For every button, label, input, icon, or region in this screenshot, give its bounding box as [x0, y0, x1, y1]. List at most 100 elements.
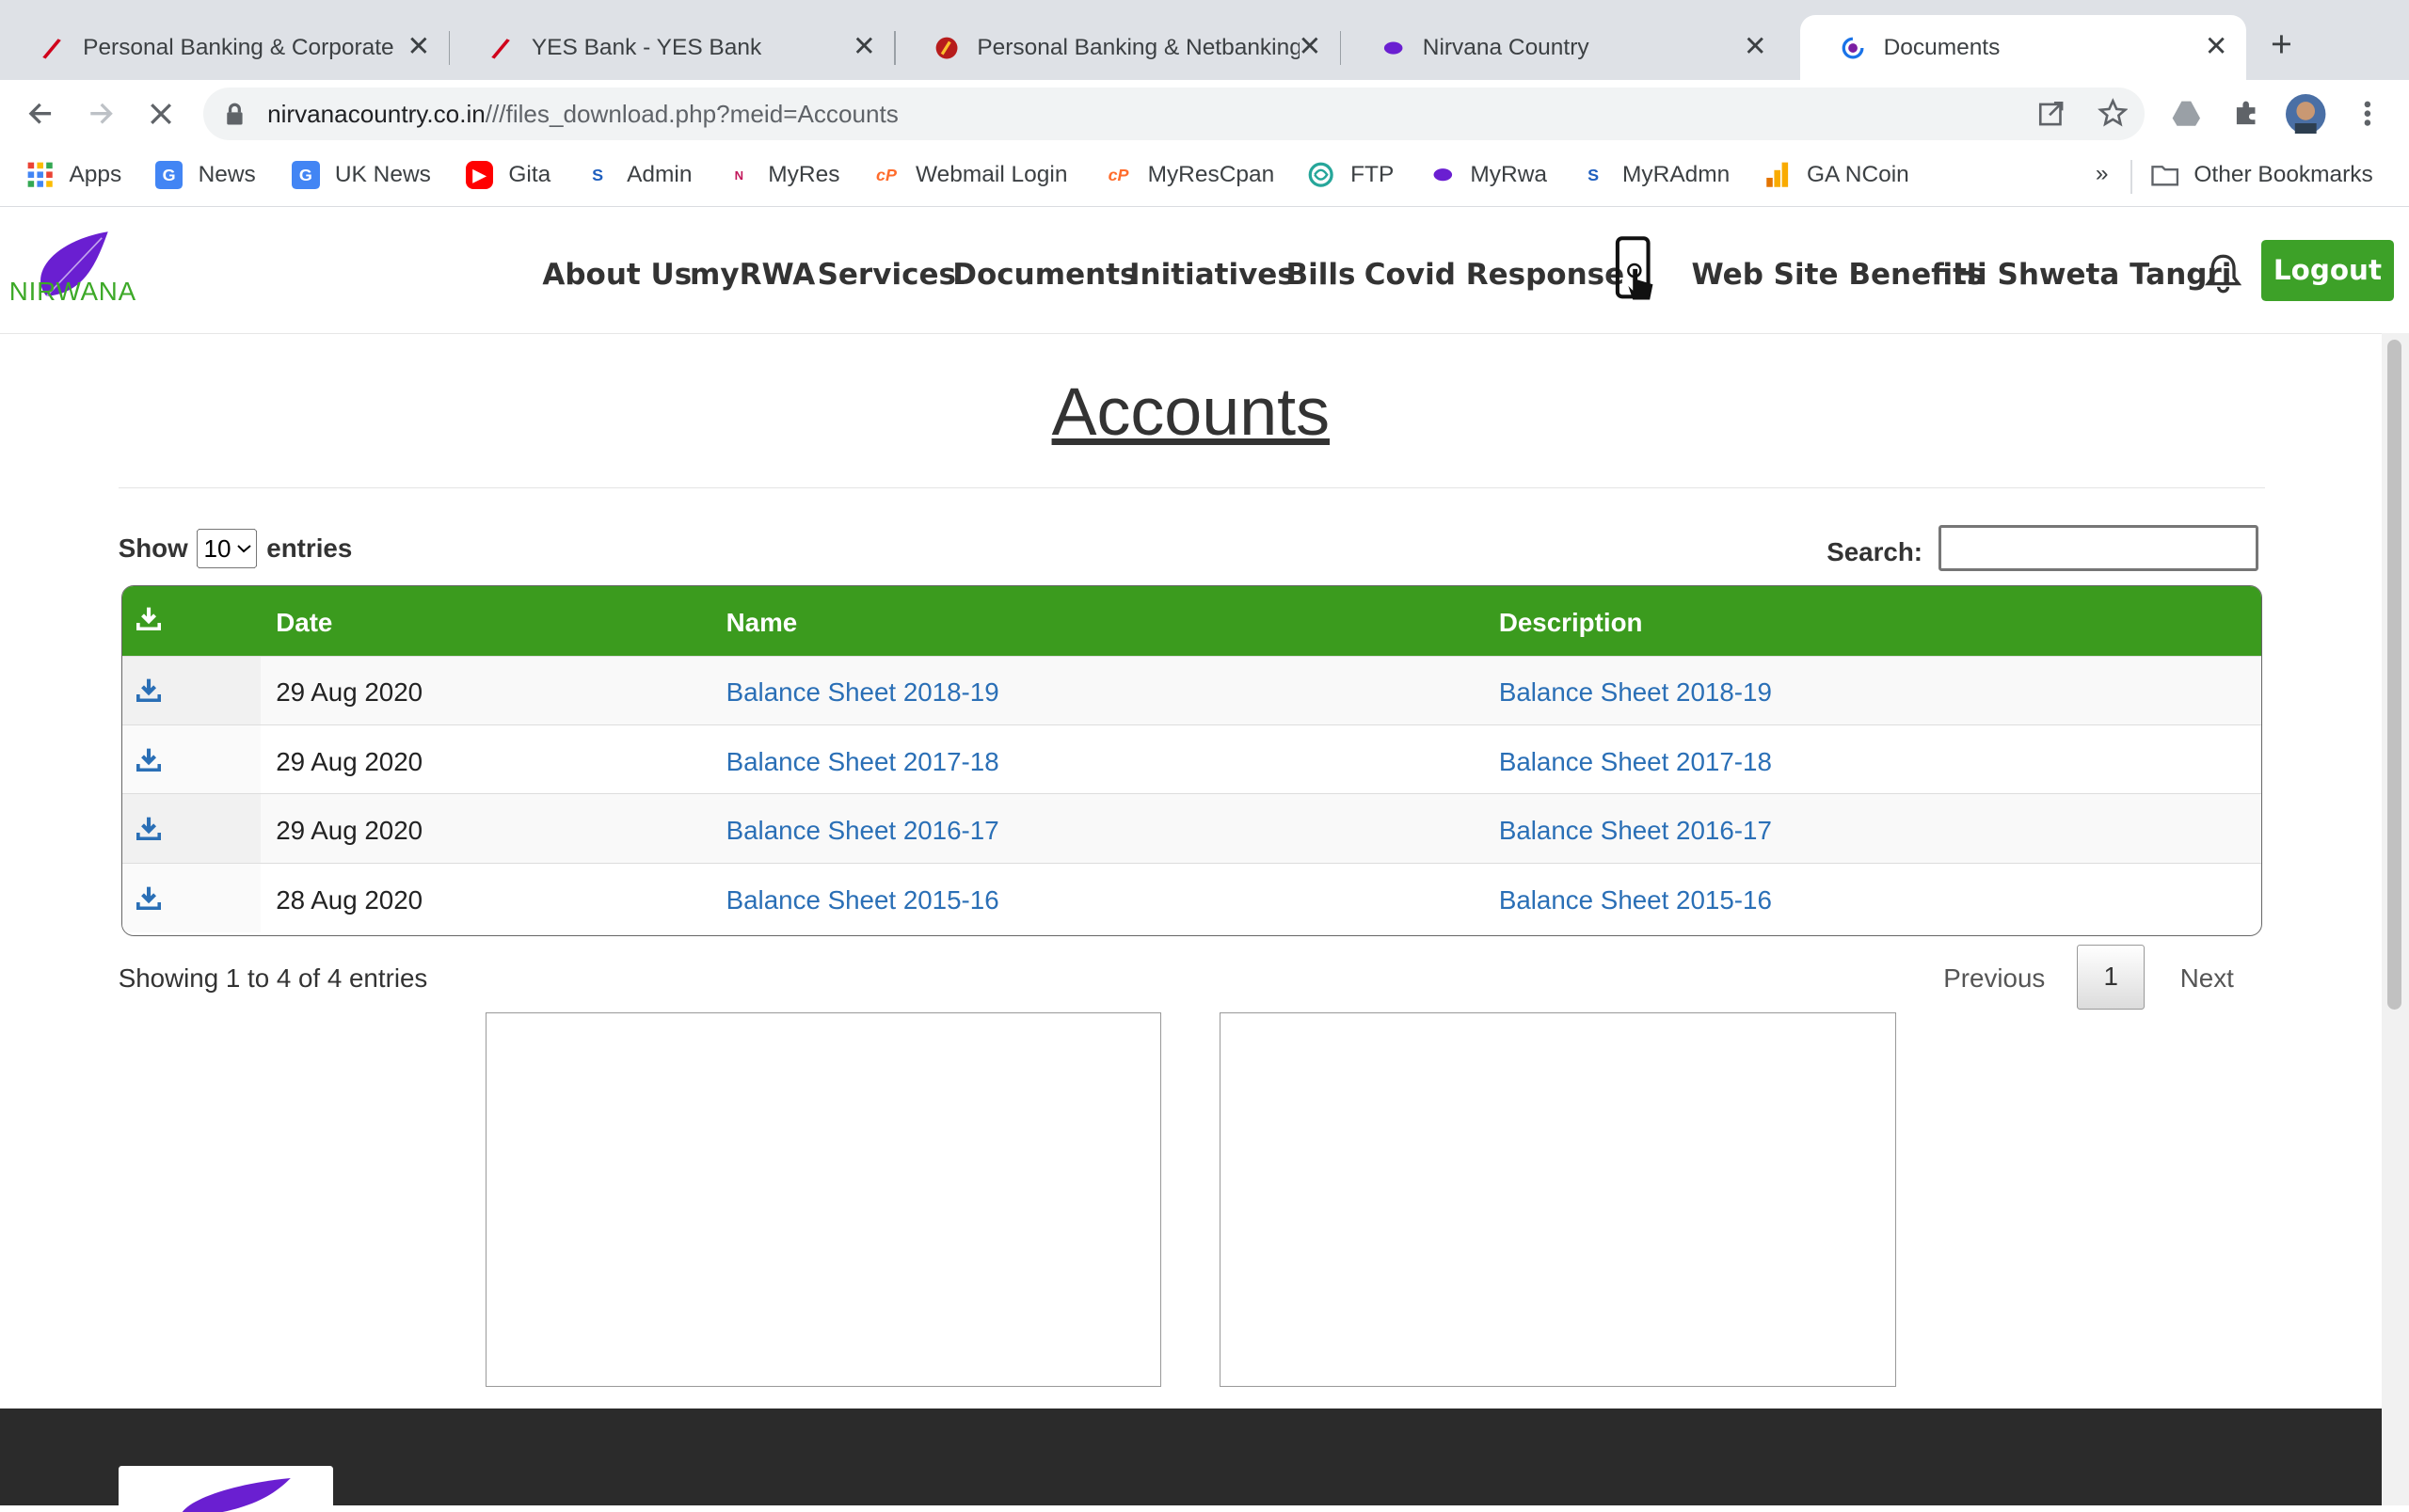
download-icon[interactable]	[136, 816, 162, 841]
bookmark-label: Other Bookmarks	[2194, 162, 2373, 188]
forward-icon[interactable]	[80, 92, 123, 135]
search-label: Search:	[1827, 537, 1923, 567]
profile-avatar[interactable]	[2285, 92, 2328, 135]
myres-logo-icon: N	[734, 167, 744, 183]
tab-personal-banking-corporate[interactable]: Personal Banking & Corporate ✕	[0, 15, 451, 80]
nirvana-logo[interactable]: NIRWANA	[7, 229, 136, 311]
tab-favicon-icon	[488, 36, 513, 60]
tab-close-icon[interactable]: ✕	[407, 31, 431, 63]
tab-close-icon[interactable]: ✕	[853, 31, 876, 63]
table-row: 29 Aug 2020 Balance Sheet 2018-19 Balanc…	[121, 655, 2261, 725]
lock-icon[interactable]	[224, 102, 246, 133]
download-icon[interactable]	[136, 677, 162, 703]
bookmark-label: News	[198, 162, 256, 188]
row-description-link[interactable]: Balance Sheet 2017-18	[1499, 747, 1772, 777]
address-bar[interactable]: nirvanacountry.co.in///files_download.ph…	[202, 88, 2146, 140]
row-description-link[interactable]: Balance Sheet 2015-16	[1499, 885, 1772, 915]
notification-bell-icon[interactable]	[2204, 253, 2242, 299]
embedded-frame-left	[485, 1011, 1162, 1388]
bookmark-apps[interactable]: Apps	[26, 161, 121, 188]
extensions-puzzle-icon[interactable]	[2225, 92, 2268, 135]
tab-close-icon[interactable]: ✕	[2205, 31, 2228, 63]
footer-logo[interactable]	[118, 1465, 334, 1512]
bookmark-news[interactable]: G News	[154, 161, 256, 189]
row-name-link[interactable]: Balance Sheet 2015-16	[726, 885, 999, 915]
analytics-icon	[1763, 161, 1791, 188]
bookmark-admin[interactable]: S Admin	[583, 161, 692, 188]
bookmark-uk-news[interactable]: G UK News	[292, 161, 431, 189]
google-drive-icon[interactable]	[2164, 92, 2208, 135]
mobile-app-icon[interactable]	[1613, 235, 1659, 315]
row-name-link[interactable]: Balance Sheet 2017-18	[726, 747, 999, 777]
bookmark-ftp[interactable]: FTP	[1307, 161, 1394, 188]
bookmark-myres[interactable]: N MyRes	[726, 161, 840, 188]
tab-nirvana-country[interactable]: Nirvana Country ✕	[1340, 15, 1785, 80]
bookmark-label: Admin	[627, 162, 693, 188]
show-label: Show	[118, 533, 188, 563]
stop-loading-icon[interactable]	[140, 92, 183, 135]
bookmark-webmail-login[interactable]: cP Webmail Login	[872, 161, 1067, 188]
site-header: NIRWANA About Us myRWA Services Document…	[0, 207, 2409, 335]
tab-personal-banking-netbanking[interactable]: Personal Banking & Netbanking ✕	[894, 15, 1342, 80]
tab-favicon-icon	[1380, 36, 1404, 60]
documents-table: Date Name Description 29 Aug 2020 Balanc…	[120, 585, 2262, 936]
row-description-link[interactable]: Balance Sheet 2018-19	[1499, 677, 1772, 708]
nav-bills[interactable]: Bills	[1286, 258, 1356, 292]
next-page-button[interactable]: Next	[2180, 963, 2234, 994]
table-header: Date Name Description	[121, 586, 2261, 656]
entries-label: entries	[266, 533, 353, 563]
nav-about-us[interactable]: About Us	[542, 258, 692, 292]
search-input[interactable]	[1938, 525, 2258, 572]
bookmark-label: MyResCpan	[1147, 162, 1275, 188]
row-date: 29 Aug 2020	[276, 816, 423, 846]
tab-strip: Personal Banking & Corporate ✕ YES Bank …	[0, 0, 2409, 80]
tab-close-icon[interactable]: ✕	[1744, 31, 1767, 63]
logout-button[interactable]: Logout	[2261, 239, 2394, 301]
row-name-link[interactable]: Balance Sheet 2018-19	[726, 677, 999, 708]
bookmark-gita[interactable]: ▶ Gita	[465, 161, 550, 189]
page-1-button[interactable]: 1	[2077, 945, 2146, 1010]
other-bookmarks[interactable]: Other Bookmarks	[2150, 161, 2373, 188]
nav-myrwa[interactable]: myRWA	[690, 258, 815, 292]
column-header-date[interactable]: Date	[276, 608, 332, 638]
row-description-link[interactable]: Balance Sheet 2016-17	[1499, 816, 1772, 846]
url-path: ///files_download.php?meid=Accounts	[485, 100, 899, 129]
open-in-app-icon[interactable]	[2037, 100, 2065, 134]
tab-yes-bank[interactable]: YES Bank - YES Bank ✕	[449, 15, 896, 80]
download-icon[interactable]	[136, 885, 162, 911]
page-scrollbar[interactable]	[2381, 333, 2409, 1505]
bookmarks-overflow-icon[interactable]: »	[2096, 161, 2109, 187]
previous-page-button[interactable]: Previous	[1943, 963, 2045, 994]
url-text: nirvanacountry.co.in///files_download.ph…	[267, 100, 899, 129]
bookmark-myrescpan[interactable]: cP MyResCpan	[1105, 161, 1275, 188]
bookmark-myradmn[interactable]: S MyRAdmn	[1579, 161, 1730, 188]
table-info: Showing 1 to 4 of 4 entries	[118, 963, 428, 993]
url-host: nirvanacountry.co.in	[267, 100, 486, 129]
folder-icon	[2150, 161, 2178, 188]
page-title: Accounts	[1051, 374, 1331, 450]
bookmarks-bar: Apps G News G UK News ▶ Gita S Admin N MyRes …	[0, 147, 2409, 207]
row-date: 28 Aug 2020	[276, 884, 423, 915]
table-row: 29 Aug 2020 Balance Sheet 2016-17 Balanc…	[121, 793, 2261, 864]
nav-web-site-benefits[interactable]: Web Site Benefits	[1692, 258, 1985, 292]
new-tab-button[interactable]: +	[2271, 24, 2292, 66]
nav-documents[interactable]: Documents	[952, 258, 1137, 292]
column-header-description[interactable]: Description	[1499, 608, 1643, 638]
nav-covid-response[interactable]: Covid Response	[1364, 258, 1624, 292]
tab-close-icon[interactable]: ✕	[1298, 31, 1321, 63]
entries-select[interactable]: 10	[197, 528, 258, 569]
bookmark-myrwa[interactable]: MyRwa	[1428, 161, 1547, 188]
download-icon[interactable]	[136, 747, 162, 772]
user-greeting[interactable]: Hi Shweta Tangri	[1953, 258, 2231, 292]
row-name-link[interactable]: Balance Sheet 2016-17	[726, 816, 999, 846]
bookmark-star-icon[interactable]	[2097, 98, 2129, 135]
column-header-name[interactable]: Name	[726, 608, 798, 638]
cpanel-icon: cP	[1108, 165, 1129, 184]
tab-documents[interactable]: Documents ✕	[1800, 15, 2246, 80]
scrollbar-thumb[interactable]	[2387, 339, 2401, 1010]
nav-services[interactable]: Services	[818, 258, 956, 292]
back-icon[interactable]	[19, 92, 62, 135]
bookmark-ga-ncoin[interactable]: GA NCoin	[1763, 161, 1909, 188]
browser-menu-icon[interactable]	[2346, 92, 2389, 135]
nav-initiatives[interactable]: Initiatives	[1129, 258, 1295, 292]
